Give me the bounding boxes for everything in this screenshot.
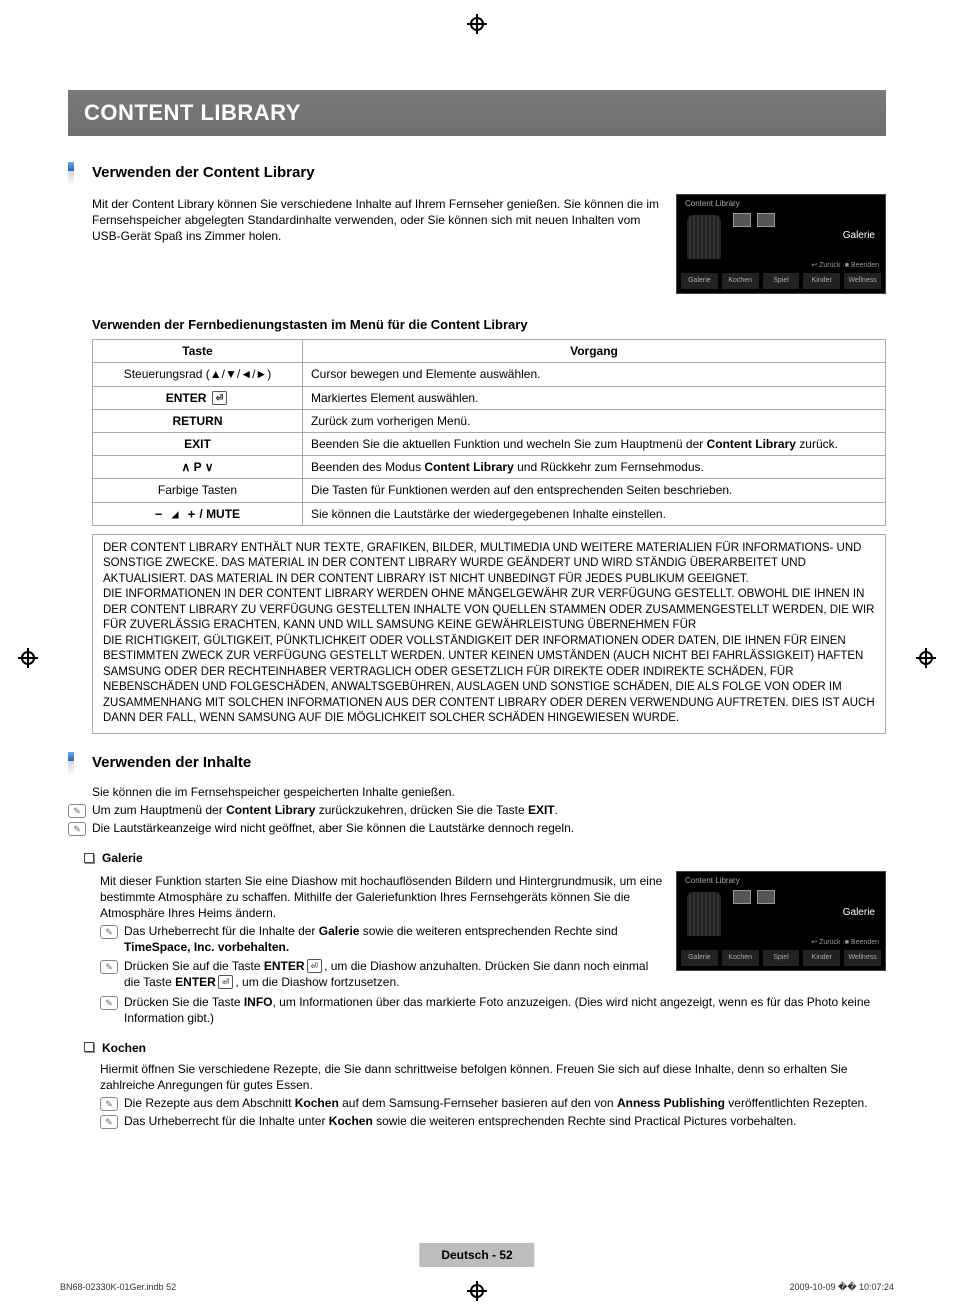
legal-disclaimer-box: DER CONTENT LIBRARY ENTHÄLT NUR TEXTE, G… <box>92 534 886 734</box>
subsection-title: Galerie <box>102 850 143 866</box>
note-icon: ✎ <box>100 925 118 939</box>
thumb-icon <box>733 213 751 227</box>
note-icon: ✎ <box>100 1115 118 1129</box>
key-action: Sie können die Lautstärke der wiedergege… <box>303 502 886 525</box>
square-bullet-icon <box>84 853 94 863</box>
key-name: Steuerungsrad (▲/▼/◄/►) <box>124 367 272 381</box>
registration-mark-icon <box>467 14 487 34</box>
table-row: ∧ P ∨ Beenden des Modus Content Library … <box>93 456 886 479</box>
thumb-meta-hint: ↩ Zurück ·■ Beenden <box>811 261 879 270</box>
note-text: Um zum Hauptmenü der Content Library zur… <box>92 802 886 818</box>
thumb-nav-item: Spiel <box>763 950 800 966</box>
registration-mark-icon <box>467 1281 487 1301</box>
key-name: Farbige Tasten <box>93 479 303 502</box>
section-title: Verwenden der Inhalte <box>92 753 251 773</box>
note-text: Die Rezepte aus dem Abschnitt Kochen auf… <box>124 1095 886 1111</box>
note-row: ✎ Die Rezepte aus dem Abschnitt Kochen a… <box>100 1095 886 1111</box>
note-icon: ✎ <box>100 960 118 974</box>
note-text: Drücken Sie die Taste INFO, um Informati… <box>124 994 886 1026</box>
table-row: EXIT Beenden Sie die aktuellen Funktion … <box>93 432 886 455</box>
note-icon: ✎ <box>100 1097 118 1111</box>
thumb-nav-item: Kinder <box>803 950 840 966</box>
section-intro: Mit der Content Library können Sie versc… <box>92 196 664 245</box>
print-time-stamp: 2009-10-09 �� 10:07:24 <box>789 1281 894 1293</box>
key-name: EXIT <box>93 432 303 455</box>
thumb-nav-item: Galerie <box>681 273 718 289</box>
heading-accent-bar-icon <box>68 162 74 184</box>
thumb-meta-hint: ↩ Zurück ·■ Beenden <box>811 938 879 947</box>
key-action: Beenden des Modus Content Library und Rü… <box>303 456 886 479</box>
thumb-icon <box>757 890 775 904</box>
subsection-title: Kochen <box>102 1040 146 1056</box>
note-icon: ✎ <box>68 822 86 836</box>
registration-mark-icon <box>18 648 38 668</box>
table-row: Farbige Tasten Die Tasten für Funktionen… <box>93 479 886 502</box>
thumb-nav-item: Spiel <box>763 273 800 289</box>
thumb-icon <box>733 890 751 904</box>
registration-mark-icon <box>916 648 936 668</box>
section-intro: Sie können die im Fernsehspeicher gespei… <box>92 784 886 800</box>
note-icon: ✎ <box>68 804 86 818</box>
chair-icon <box>687 892 721 936</box>
thumb-selected-label: Galerie <box>843 229 875 243</box>
note-row: ✎ Das Urheberrecht für die Inhalte unter… <box>100 1113 886 1129</box>
thumb-nav-item: Galerie <box>681 950 718 966</box>
key-name: ENTER <box>166 391 207 405</box>
tv-screenshot-thumbnail: Content Library Galerie Galerie Kochen S… <box>676 871 886 971</box>
section-heading-contents: Verwenden der Inhalte <box>68 752 886 774</box>
subsection-kochen: Kochen <box>84 1040 886 1056</box>
tv-screenshot-thumbnail: Content Library Galerie Galerie Kochen S… <box>676 194 886 294</box>
table-row: − ◢ + / MUTE Sie können die Lautstärke d… <box>93 502 886 525</box>
note-row: ✎ Die Lautstärkeanzeige wird nicht geöff… <box>68 820 886 836</box>
note-text: Das Urheberrecht für die Inhalte der Gal… <box>124 923 664 955</box>
enter-icon: ⏎ <box>218 975 234 989</box>
key-action: Die Tasten für Funktionen werden auf den… <box>303 479 886 502</box>
thumb-app-title: Content Library <box>685 199 740 210</box>
table-header-key: Taste <box>93 340 303 363</box>
chapter-banner: CONTENT LIBRARY <box>68 90 886 136</box>
note-text: Die Lautstärkeanzeige wird nicht geöffne… <box>92 820 886 836</box>
table-header-action: Vorgang <box>303 340 886 363</box>
thumb-selected-label: Galerie <box>843 906 875 920</box>
remote-key-table: Taste Vorgang Steuerungsrad (▲/▼/◄/►) Cu… <box>92 339 886 526</box>
key-action: Zurück zum vorherigen Menü. <box>303 409 886 432</box>
key-name: RETURN <box>93 409 303 432</box>
thumb-nav-item: Wellness <box>844 273 881 289</box>
note-icon: ✎ <box>100 996 118 1010</box>
note-row: ✎ Um zum Hauptmenü der Content Library z… <box>68 802 886 818</box>
note-row: ✎ Das Urheberrecht für die Inhalte der G… <box>100 923 664 955</box>
subheading-remote-keys: Verwenden der Fernbedienungstasten im Me… <box>92 316 886 334</box>
page-number-footer: Deutsch - 52 <box>419 1243 534 1267</box>
note-text: Drücken Sie auf die Taste ENTER⏎, um die… <box>124 958 664 990</box>
thumb-app-title: Content Library <box>685 876 740 887</box>
thumb-nav-item: Kochen <box>722 950 759 966</box>
thumb-nav-item: Kochen <box>722 273 759 289</box>
heading-accent-bar-icon <box>68 752 74 774</box>
key-name: ∧ P ∨ <box>93 456 303 479</box>
kochen-body: Hiermit öffnen Sie verschiedene Rezepte,… <box>100 1061 886 1093</box>
enter-icon: ⏎ <box>307 959 323 973</box>
thumb-nav-item: Kinder <box>803 273 840 289</box>
section-heading-usage: Verwenden der Content Library <box>68 162 886 184</box>
table-row: Steuerungsrad (▲/▼/◄/►) Cursor bewegen u… <box>93 363 886 386</box>
key-action: Beenden Sie die aktuellen Funktion und w… <box>303 432 886 455</box>
key-action: Cursor bewegen und Elemente auswählen. <box>303 363 886 386</box>
square-bullet-icon <box>84 1042 94 1052</box>
subsection-galerie: Galerie <box>84 850 886 866</box>
enter-icon: ⏎ <box>212 391 228 405</box>
table-row: ENTER ⏎ Markiertes Element auswählen. <box>93 386 886 409</box>
chair-icon <box>687 215 721 259</box>
thumb-nav-item: Wellness <box>844 950 881 966</box>
note-row: ✎ Drücken Sie die Taste INFO, um Informa… <box>100 994 886 1026</box>
note-text: Das Urheberrecht für die Inhalte unter K… <box>124 1113 886 1129</box>
print-file-stamp: BN68-02330K-01Ger.indb 52 <box>60 1281 176 1293</box>
note-row: ✎ Drücken Sie auf die Taste ENTER⏎, um d… <box>100 958 664 990</box>
thumb-icon <box>757 213 775 227</box>
table-row: RETURN Zurück zum vorherigen Menü. <box>93 409 886 432</box>
key-name: − ◢ + / MUTE <box>93 502 303 525</box>
section-title: Verwenden der Content Library <box>92 163 315 183</box>
galerie-body: Mit dieser Funktion starten Sie eine Dia… <box>100 873 664 922</box>
key-action: Markiertes Element auswählen. <box>303 386 886 409</box>
